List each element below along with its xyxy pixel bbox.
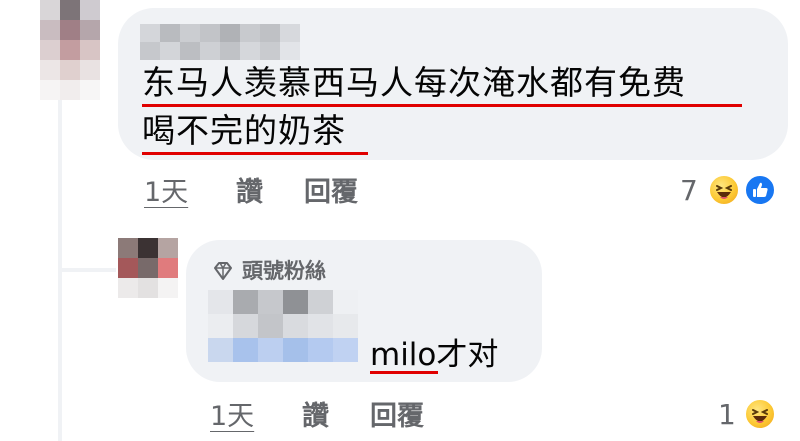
top-fan-badge: 頭號粉絲: [242, 259, 326, 283]
diamond-icon: [212, 260, 234, 282]
comment-text-line-1: 东马人羡慕西马人每次淹水都有免费: [142, 63, 686, 102]
reply-underline: [370, 371, 438, 374]
comment-underline-1: [142, 104, 742, 107]
reply-text: milo才对: [370, 337, 498, 373]
commenter-name-redacted[interactable]: [140, 24, 300, 60]
like-icon[interactable]: [744, 174, 776, 206]
reply-text-keyword: milo: [370, 337, 437, 373]
reply-text-rest: 才对: [436, 337, 499, 373]
reply-reply-button[interactable]: 回覆: [370, 400, 424, 434]
replier-name-redacted[interactable]: [208, 290, 358, 370]
comment-underline-2: [142, 152, 368, 155]
comment-reaction-count[interactable]: 7: [680, 174, 698, 208]
haha-icon[interactable]: [708, 174, 740, 206]
comment-like-button[interactable]: 讚: [236, 176, 263, 210]
reply-reaction-count[interactable]: 1: [718, 398, 736, 432]
comment-text-line-2: 喝不完的奶茶: [142, 111, 346, 150]
reply-connector-elbow: [58, 240, 116, 272]
reply-like-button[interactable]: 讚: [302, 400, 329, 434]
comment-timestamp[interactable]: 1天: [144, 176, 188, 210]
replier-avatar[interactable]: [118, 238, 178, 302]
reply-timestamp[interactable]: 1天: [210, 400, 254, 434]
haha-icon[interactable]: [744, 398, 776, 430]
commenter-avatar[interactable]: [40, 0, 100, 100]
comment-reply-button[interactable]: 回覆: [304, 176, 358, 210]
